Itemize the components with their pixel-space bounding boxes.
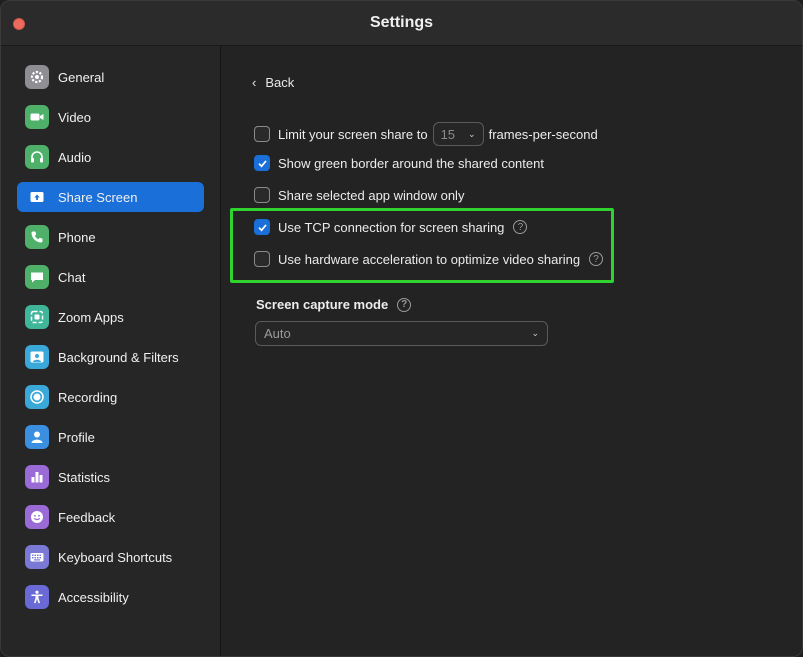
sidebar-item-keyboard-shortcuts[interactable]: Keyboard Shortcuts — [17, 542, 204, 572]
sidebar-item-label: Zoom Apps — [58, 309, 124, 325]
sidebar-item-label: Feedback — [58, 509, 116, 525]
green-border-option: Show green border around the shared cont… — [254, 155, 544, 171]
capture-mode-dropdown[interactable]: Auto ⌄ — [255, 321, 548, 346]
limit-fps-option: Limit your screen share to 15 ⌄ frames-p… — [254, 122, 598, 146]
headphones-icon — [25, 145, 49, 169]
gear-icon — [25, 65, 49, 89]
smiley-icon — [25, 505, 49, 529]
chat-bubble-icon — [25, 265, 49, 289]
capture-mode-value: Auto — [264, 326, 291, 341]
sidebar-item-general[interactable]: General — [17, 62, 204, 92]
record-icon — [25, 385, 49, 409]
help-icon[interactable]: ? — [397, 297, 412, 312]
background-icon — [25, 345, 49, 369]
bar-chart-icon — [25, 465, 49, 489]
sidebar-item-feedback[interactable]: Feedback — [17, 502, 204, 532]
selected-app-option: Share selected app window only — [254, 187, 464, 203]
sidebar-item-label: Video — [58, 109, 92, 125]
capture-mode-label: Screen capture mode — [256, 297, 389, 312]
sidebar-item-chat[interactable]: Chat — [17, 262, 204, 292]
keyboard-icon — [25, 545, 49, 569]
back-label: Back — [265, 75, 295, 90]
chevron-down-icon: ⌄ — [468, 128, 476, 139]
fps-select[interactable]: 15 ⌄ — [432, 122, 484, 146]
back-button[interactable]: ‹ Back — [252, 75, 294, 90]
help-icon[interactable]: ? — [513, 220, 528, 234]
settings-sidebar: General Video Audio Share Screen Phone C… — [1, 46, 221, 656]
sidebar-item-label: Profile — [58, 429, 95, 445]
sidebar-item-accessibility[interactable]: Accessibility — [17, 582, 204, 612]
sidebar-item-statistics[interactable]: Statistics — [17, 462, 204, 492]
person-icon — [25, 425, 49, 449]
sidebar-item-audio[interactable]: Audio — [17, 142, 204, 172]
sidebar-item-label: Share Screen — [58, 189, 138, 205]
selected-app-label: Share selected app window only — [278, 187, 465, 203]
tcp-option: Use TCP connection for screen sharing ? — [254, 219, 528, 235]
sidebar-item-profile[interactable]: Profile — [17, 422, 204, 452]
share-screen-icon — [25, 185, 49, 209]
fps-select-value: 15 — [440, 126, 456, 142]
hw-accel-label: Use hardware acceleration to optimize vi… — [278, 251, 581, 267]
sidebar-item-label: General — [58, 69, 105, 85]
apps-icon — [25, 305, 49, 329]
window-title: Settings — [369, 14, 434, 31]
chevron-left-icon: ‹ — [252, 75, 257, 90]
sidebar-item-share-screen[interactable]: Share Screen — [17, 182, 204, 212]
limit-fps-suffix: frames-per-second — [488, 126, 598, 142]
share-screen-advanced-panel: ‹ Back Limit your screen share to 15 ⌄ f… — [222, 46, 802, 656]
sidebar-item-phone[interactable]: Phone — [17, 222, 204, 252]
sidebar-item-video[interactable]: Video — [17, 102, 204, 132]
capture-mode-title: Screen capture mode ? — [256, 297, 412, 312]
tcp-label: Use TCP connection for screen sharing — [278, 219, 505, 235]
tcp-checkbox[interactable] — [254, 219, 270, 235]
sidebar-item-label: Audio — [58, 149, 92, 165]
limit-fps-prefix: Limit your screen share to — [278, 126, 428, 142]
limit-fps-checkbox[interactable] — [254, 126, 270, 142]
chevron-down-icon: ⌄ — [531, 328, 539, 338]
sidebar-item-recording[interactable]: Recording — [17, 382, 204, 412]
sidebar-item-zoom-apps[interactable]: Zoom Apps — [17, 302, 204, 332]
help-icon[interactable]: ? — [589, 252, 604, 266]
accessibility-icon — [25, 585, 49, 609]
selected-app-checkbox[interactable] — [254, 187, 270, 203]
checkmark-icon — [257, 223, 267, 231]
sidebar-item-label: Statistics — [58, 469, 111, 485]
sidebar-item-label: Keyboard Shortcuts — [58, 549, 173, 565]
sidebar-item-label: Accessibility — [58, 589, 129, 605]
title-bar: Settings — [1, 1, 802, 46]
sidebar-item-label: Chat — [58, 269, 86, 285]
sidebar-item-label: Phone — [58, 229, 96, 245]
green-border-label: Show green border around the shared cont… — [278, 155, 544, 171]
video-camera-icon — [25, 105, 49, 129]
sidebar-item-background-filters[interactable]: Background & Filters — [17, 342, 204, 372]
hw-accel-option: Use hardware acceleration to optimize vi… — [254, 251, 604, 267]
phone-icon — [25, 225, 49, 249]
checkmark-icon — [257, 159, 267, 167]
settings-window: Settings General Video Audio Share Scree… — [0, 0, 803, 657]
sidebar-item-label: Recording — [58, 389, 118, 405]
green-border-checkbox[interactable] — [254, 155, 270, 171]
sidebar-item-label: Background & Filters — [58, 349, 179, 365]
hw-accel-checkbox[interactable] — [254, 251, 270, 267]
